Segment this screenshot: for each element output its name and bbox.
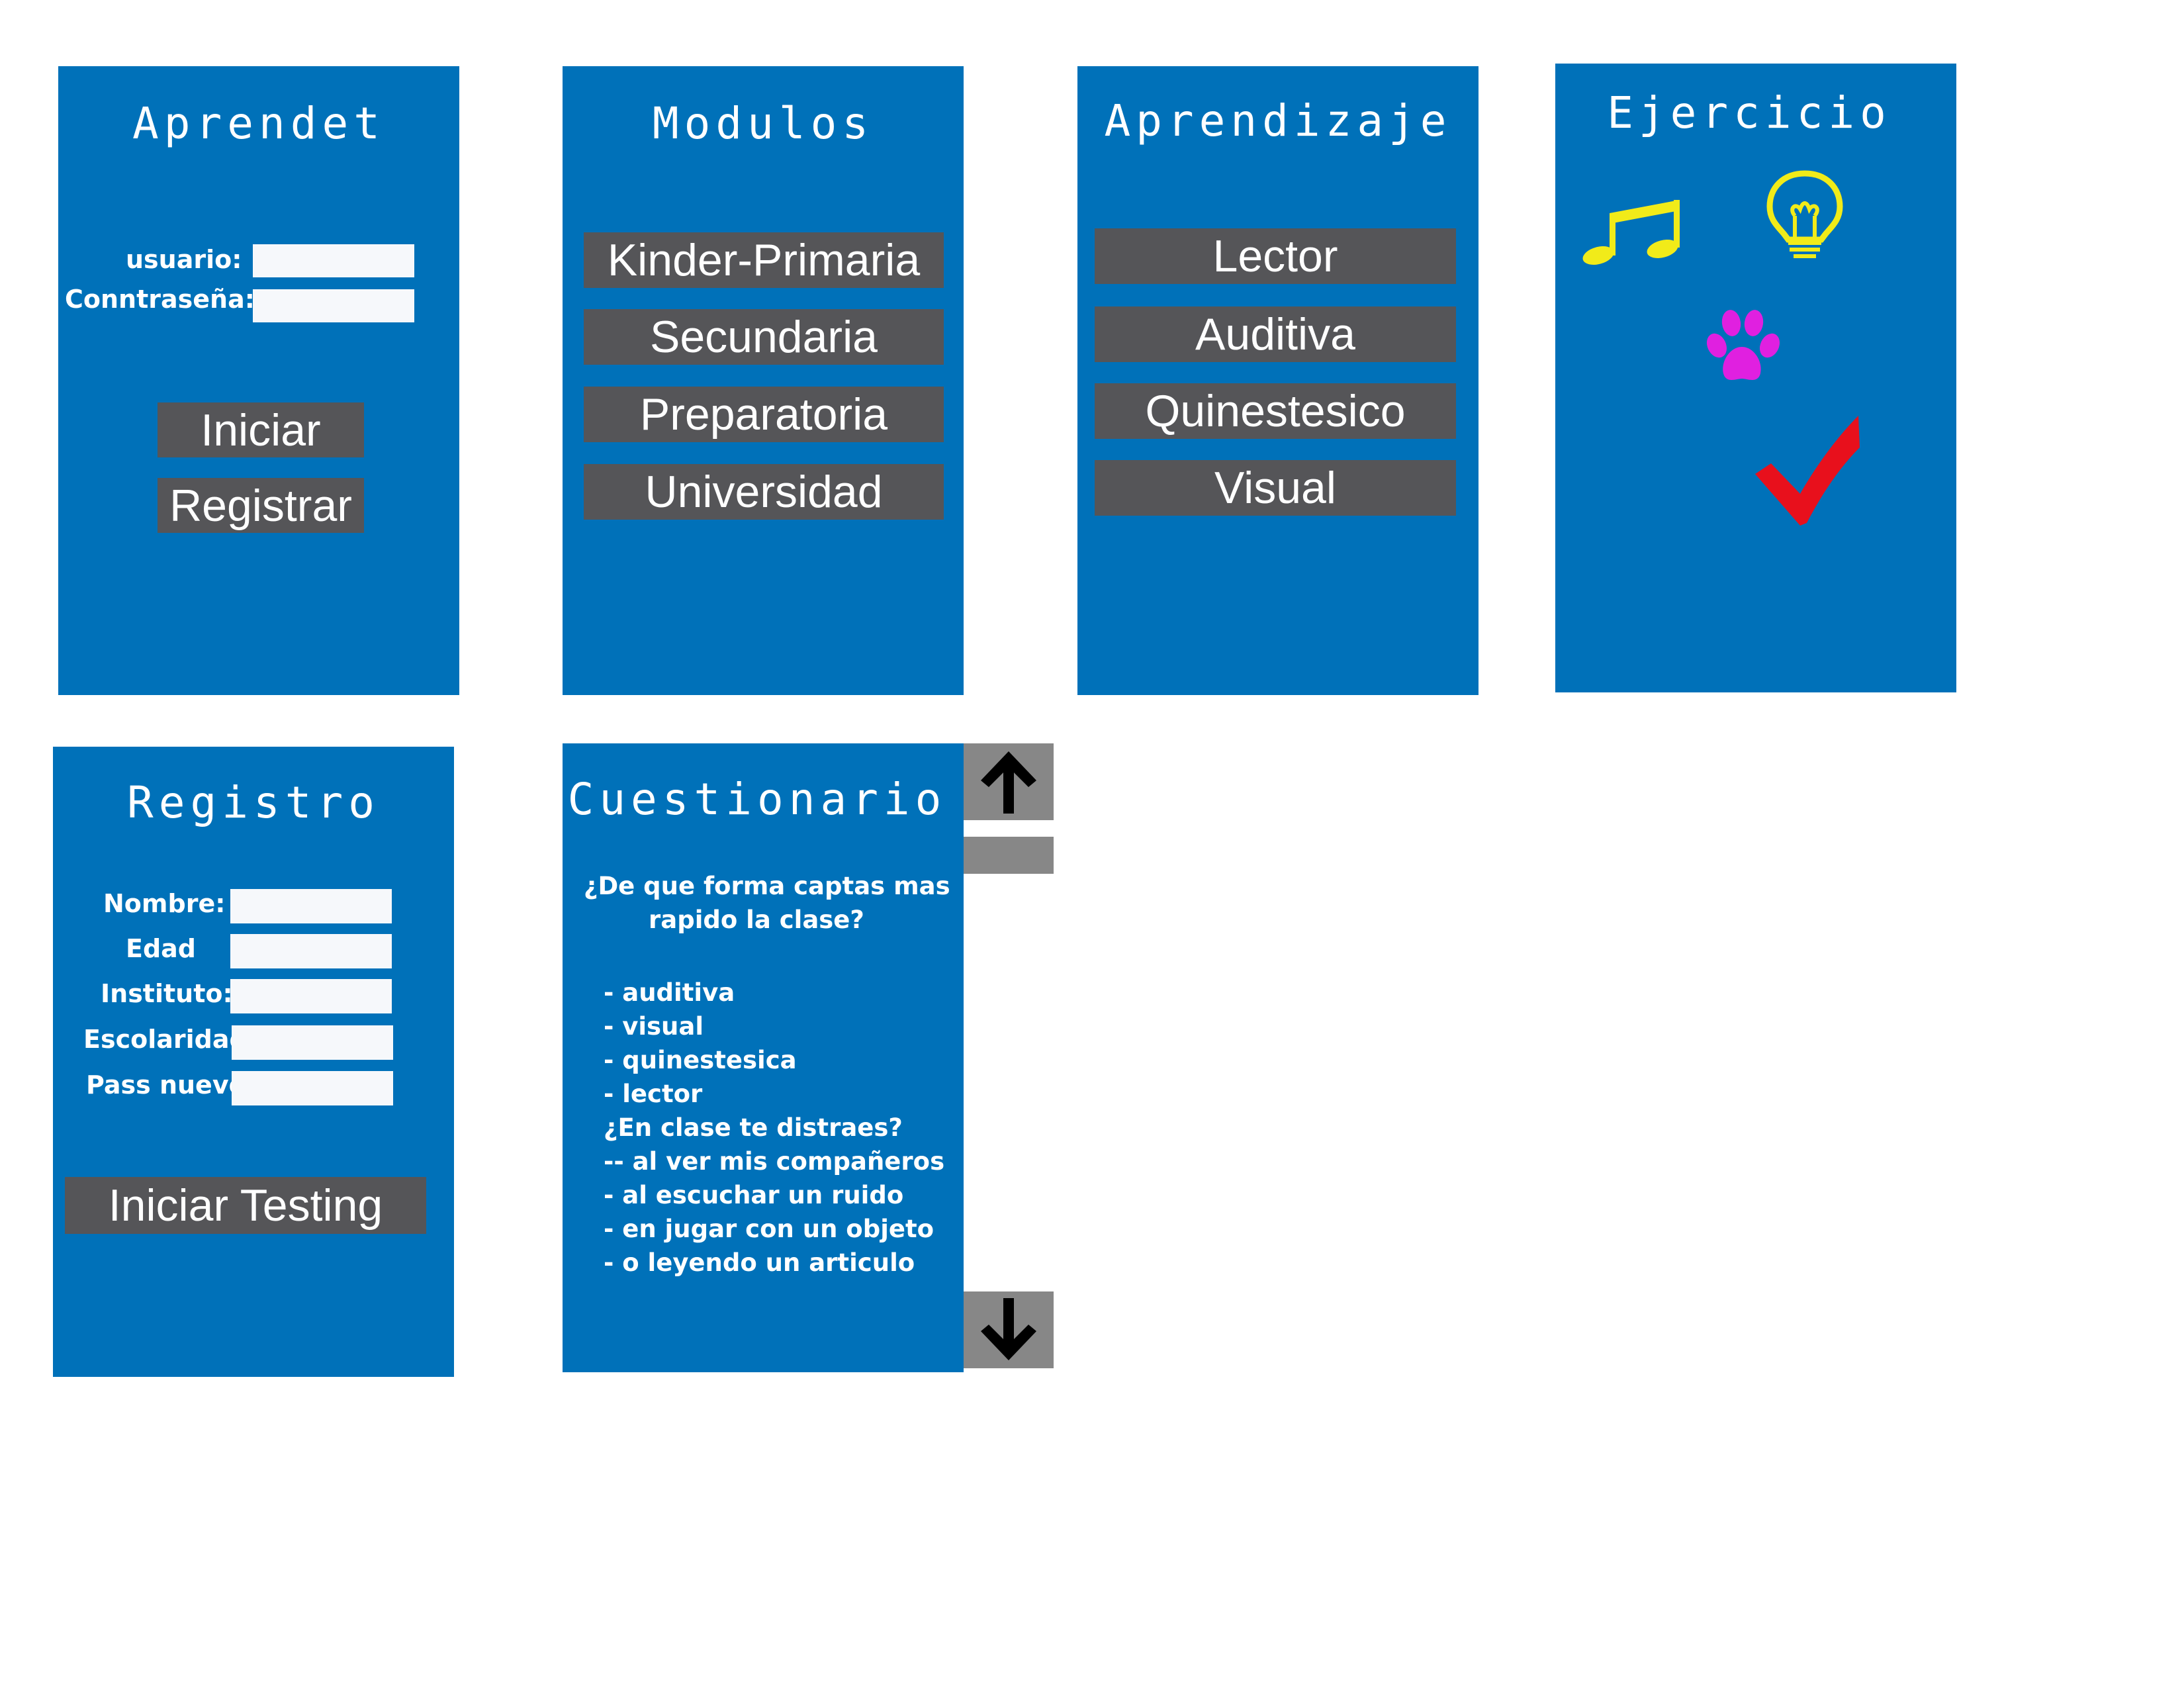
name-input[interactable]	[230, 889, 392, 923]
age-input[interactable]	[230, 934, 392, 968]
module-kinder-primaria-button[interactable]: Kinder-Primaria	[584, 232, 944, 288]
registration-title: Registro	[127, 777, 380, 828]
learning-title: Aprendizaje	[1104, 95, 1452, 146]
login-screen: Aprendet usuario: Conntraseña: Iniciar R…	[58, 66, 459, 695]
modules-screen: Modulos Kinder-Primaria Secundaria Prepa…	[563, 66, 964, 695]
question-line: - visual	[604, 1012, 704, 1041]
module-preparatoria-button[interactable]: Preparatoria	[584, 387, 944, 442]
registration-screen: Registro Nombre: Edad Instituto: Escolar…	[53, 747, 454, 1377]
institute-input[interactable]	[230, 979, 392, 1013]
module-secundaria-button[interactable]: Secundaria	[584, 309, 944, 365]
question-1-line-1: ¿De que forma captas mas	[584, 872, 950, 900]
schooling-input[interactable]	[232, 1025, 393, 1060]
question-line: - en jugar con un objeto	[604, 1215, 934, 1243]
username-label: usuario:	[126, 245, 242, 274]
modules-title: Modulos	[652, 98, 874, 149]
arrow-down-icon	[981, 1298, 1036, 1360]
lightbulb-icon[interactable]	[1762, 168, 1848, 259]
questionnaire-title: Cuestionario	[567, 774, 947, 825]
login-button[interactable]: Iniciar	[158, 402, 364, 457]
age-label: Edad	[126, 934, 197, 963]
paw-icon[interactable]	[1701, 307, 1783, 387]
password-label: Conntraseña:	[65, 285, 255, 314]
password-input[interactable]	[253, 289, 414, 322]
register-button[interactable]: Registrar	[158, 478, 364, 533]
question-2: ¿En clase te distraes?	[604, 1113, 903, 1142]
start-testing-button[interactable]: Iniciar Testing	[65, 1177, 426, 1234]
question-line: - auditiva	[604, 978, 735, 1007]
new-password-input[interactable]	[232, 1071, 393, 1105]
new-password-label: Pass nuevo:	[86, 1070, 256, 1100]
scrollbar-thumb[interactable]	[964, 837, 1054, 874]
learning-lector-button[interactable]: Lector	[1095, 228, 1456, 284]
learning-auditiva-button[interactable]: Auditiva	[1095, 306, 1456, 362]
scroll-up-button[interactable]	[964, 743, 1054, 820]
checkmark-icon[interactable]	[1752, 409, 1865, 526]
learning-visual-button[interactable]: Visual	[1095, 460, 1456, 516]
exercise-screen: Ejercicio	[1555, 64, 1956, 692]
music-note-icon[interactable]	[1580, 193, 1684, 266]
question-line: -- al ver mis compañeros	[604, 1147, 945, 1176]
module-universidad-button[interactable]: Universidad	[584, 464, 944, 520]
scroll-down-button[interactable]	[964, 1291, 1054, 1368]
exercise-title: Ejercicio	[1607, 87, 1891, 138]
username-input[interactable]	[253, 244, 414, 277]
name-label: Nombre:	[103, 889, 226, 918]
questionnaire-screen: Cuestionario ¿De que forma captas mas ra…	[563, 743, 964, 1372]
question-1-line-2: rapido la clase?	[649, 906, 864, 934]
question-line: - al escuchar un ruido	[604, 1181, 904, 1209]
institute-label: Instituto:	[101, 979, 233, 1008]
question-line: - quinestesica	[604, 1046, 797, 1074]
learning-screen: Aprendizaje Lector Auditiva Quinestesico…	[1077, 66, 1479, 695]
question-line: - lector	[604, 1080, 703, 1108]
arrow-up-icon	[981, 751, 1036, 814]
app-title: Aprendet	[132, 98, 385, 149]
learning-quinestesico-button[interactable]: Quinestesico	[1095, 383, 1456, 439]
question-line: - o leyendo un articulo	[604, 1248, 915, 1277]
